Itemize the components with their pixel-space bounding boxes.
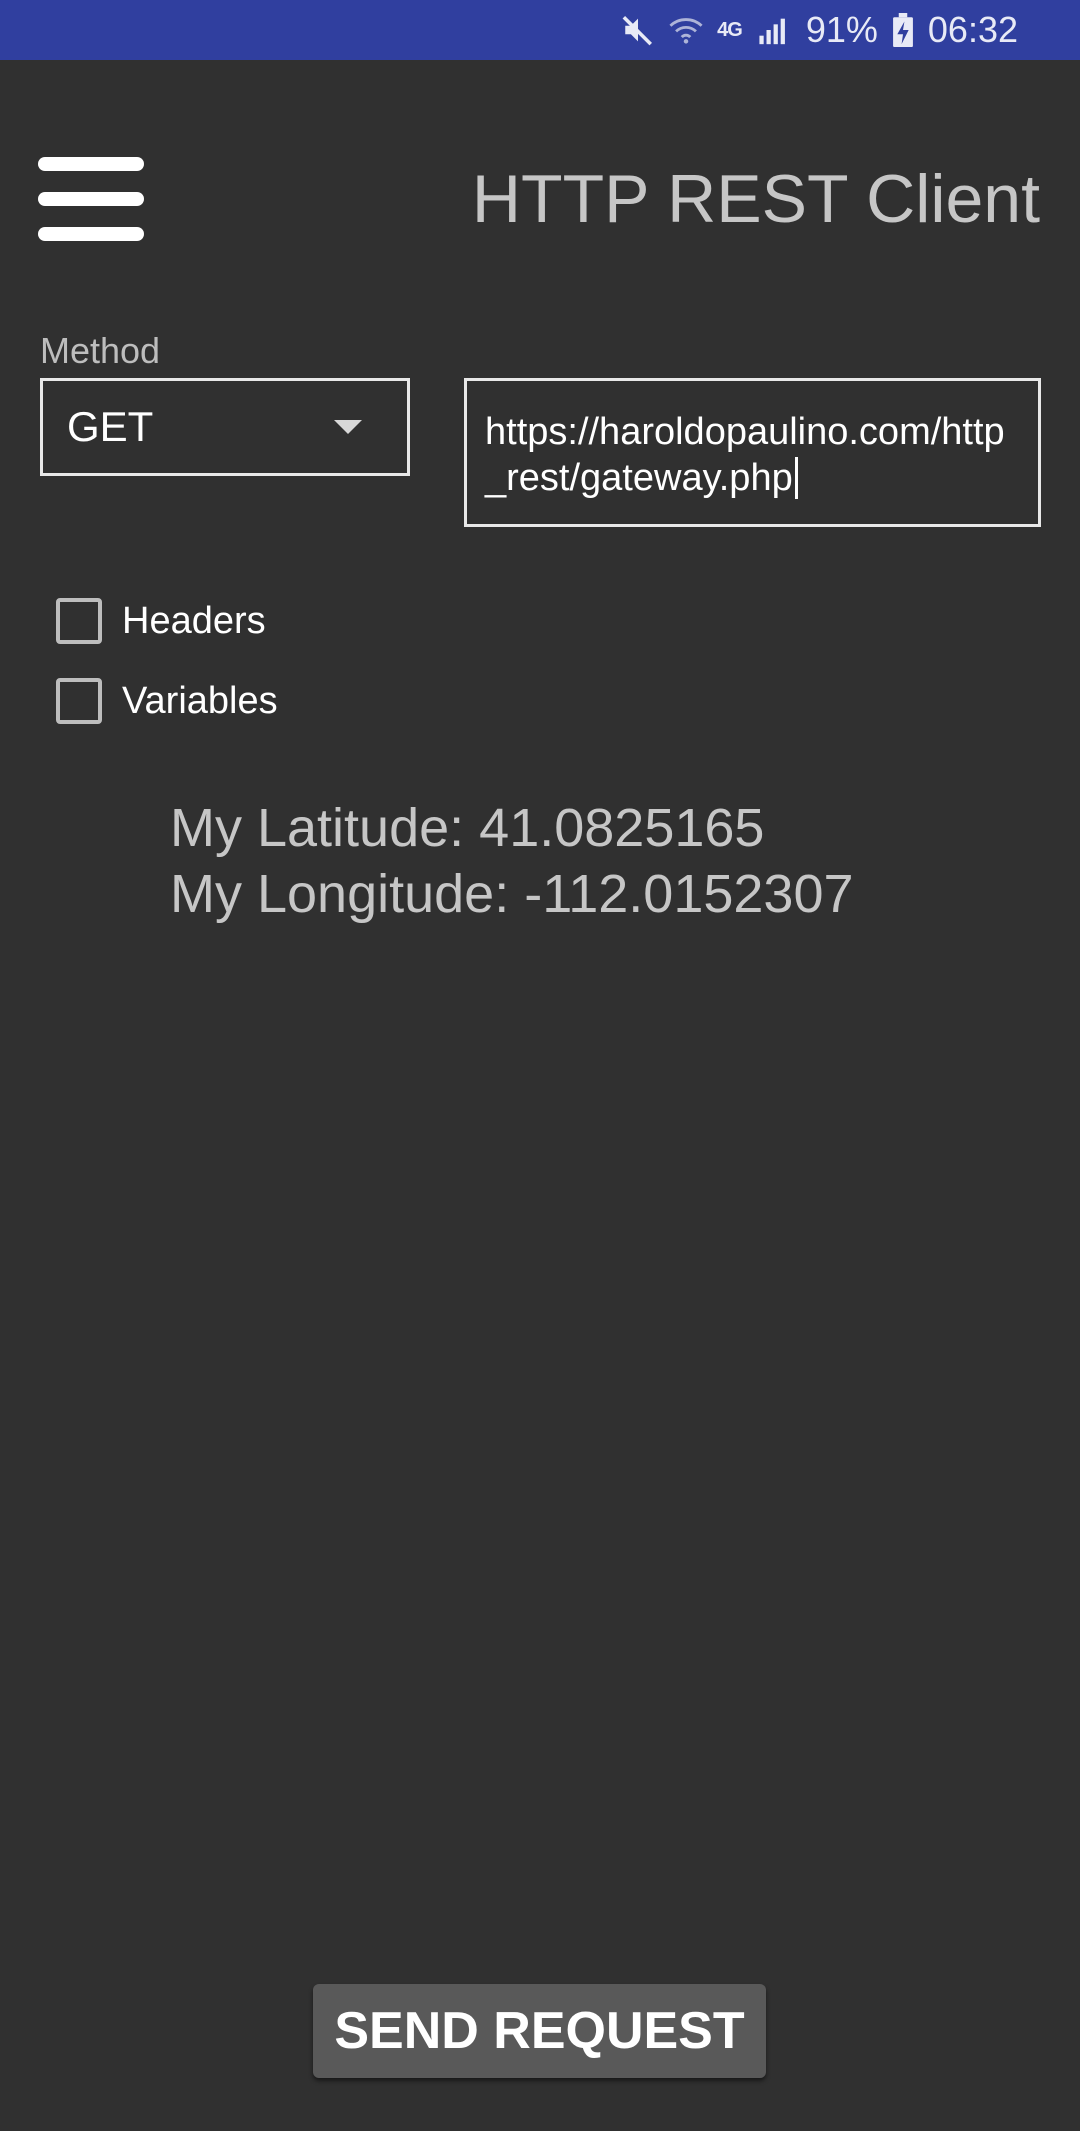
longitude-text: My Longitude: -112.0152307	[170, 864, 854, 924]
location-readout: My Latitude: 41.0825165 My Longitude: -1…	[170, 795, 854, 927]
app-title: HTTP REST Client	[471, 161, 1040, 237]
method-dropdown[interactable]: GET	[40, 378, 410, 476]
headers-checkbox[interactable]: Headers	[56, 598, 266, 644]
signal-icon	[758, 15, 792, 45]
headers-checkbox-label: Headers	[122, 599, 266, 642]
checkbox-box[interactable]	[56, 678, 102, 724]
latitude-text: My Latitude: 41.0825165	[170, 798, 765, 858]
method-label: Method	[40, 330, 161, 371]
variables-checkbox[interactable]: Variables	[56, 678, 278, 724]
battery-charging-icon	[892, 13, 914, 47]
mute-icon	[621, 13, 655, 47]
url-input-value: https://haroldopaulino.com/http_rest/gat…	[485, 411, 1005, 499]
network-type-icon: 4G	[717, 18, 743, 41]
method-selected-value: GET	[67, 403, 154, 450]
hamburger-menu-icon[interactable]	[38, 157, 144, 241]
url-input[interactable]: https://haroldopaulino.com/http_rest/gat…	[464, 378, 1041, 527]
status-bar: 4G 91% 06:32	[0, 0, 1080, 60]
text-cursor	[794, 457, 798, 499]
dropdown-arrow-icon	[334, 420, 362, 434]
checkbox-box[interactable]	[56, 598, 102, 644]
variables-checkbox-label: Variables	[122, 679, 278, 722]
battery-percent: 91%	[805, 9, 878, 50]
clock: 06:32	[927, 9, 1018, 50]
send-request-button[interactable]: SEND REQUEST	[313, 1984, 766, 2078]
wifi-icon	[669, 13, 703, 47]
